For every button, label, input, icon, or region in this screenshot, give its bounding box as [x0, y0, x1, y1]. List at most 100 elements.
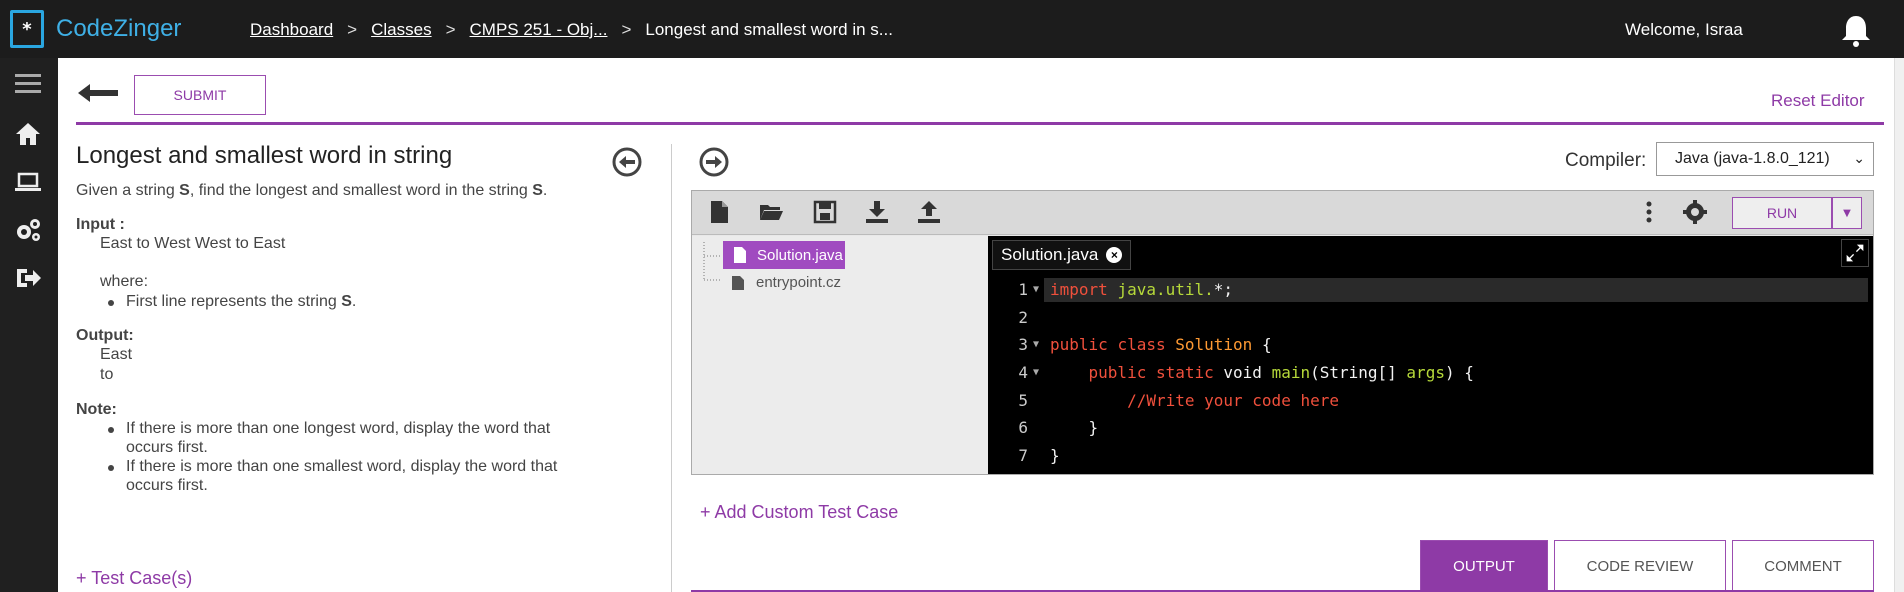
kw: static: [1155, 363, 1214, 383]
scrollbar[interactable]: [1894, 58, 1904, 592]
code-line[interactable]: 1 ▼ import java.util.*;: [988, 276, 1873, 304]
desc-text: , find the longest and smallest word in …: [189, 182, 533, 199]
breadcrumb-dashboard[interactable]: Dashboard: [250, 20, 333, 40]
bullet-text: First line represents the string: [126, 293, 342, 310]
code-line[interactable]: 7 }: [988, 442, 1873, 470]
settings-gear-icon[interactable]: [1682, 199, 1708, 225]
code-line[interactable]: 2: [988, 304, 1873, 332]
close-tab-icon[interactable]: ×: [1106, 247, 1123, 263]
breadcrumb-course[interactable]: CMPS 251 - Obj...: [470, 20, 608, 40]
laptop-icon[interactable]: [13, 168, 43, 196]
txt: void: [1213, 363, 1272, 383]
breadcrumb: Dashboard > Classes > CMPS 251 - Obj... …: [250, 20, 893, 40]
kw: class: [1117, 335, 1166, 355]
editor-tab-solution[interactable]: Solution.java ×: [992, 240, 1132, 270]
file-item-entrypoint[interactable]: entrypoint.cz: [732, 274, 841, 291]
txt: }: [1088, 418, 1099, 438]
tab-comment[interactable]: COMMENT: [1732, 540, 1874, 592]
note-text: If there is more than one longest word, …: [126, 420, 551, 437]
welcome-text[interactable]: Welcome, Israa: [1625, 20, 1743, 40]
code-pane[interactable]: Solution.java × 1 ▼ import java.util.*; 2…: [988, 236, 1873, 474]
reset-editor-link[interactable]: Reset Editor: [1771, 91, 1865, 111]
code-lines[interactable]: 1 ▼ import java.util.*; 2 3 ▼ public class…: [988, 276, 1873, 469]
new-file-icon[interactable]: [706, 199, 732, 225]
upload-icon[interactable]: [916, 199, 942, 225]
breadcrumb-current: Longest and smallest word in s...: [645, 20, 893, 39]
submit-button[interactable]: SUBMIT: [134, 75, 266, 115]
note-text: If there is more than one smallest word,…: [126, 458, 558, 475]
line-number: 4: [1018, 363, 1028, 383]
fullscreen-icon[interactable]: [1841, 239, 1869, 267]
fold-arrow-icon[interactable]: ▼: [1028, 284, 1044, 295]
line-text: public static void main(String[] args) {: [1044, 363, 1474, 382]
code-editor: RUN ▼ Solution.java entrypoint.cz Soluti…: [691, 190, 1874, 475]
open-folder-icon[interactable]: [758, 199, 784, 225]
tab-code-review[interactable]: CODE REVIEW: [1554, 540, 1726, 592]
sign-out-icon[interactable]: [13, 264, 43, 292]
txt: (String[]: [1310, 363, 1407, 383]
note-bullet: If there is more than one smallest word,…: [76, 457, 676, 495]
problem-panel: Longest and smallest word in string Give…: [76, 138, 676, 495]
sidebar: [0, 58, 58, 592]
problem-title: Longest and smallest word in string: [76, 142, 453, 169]
compiler-select[interactable]: Java (java-1.8.0_121) ⌄: [1656, 142, 1874, 176]
kw: public: [1088, 363, 1147, 383]
breadcrumb-separator: >: [621, 20, 632, 39]
file-icon: [734, 247, 746, 263]
output-line: to: [100, 366, 114, 383]
class-name: Solution: [1175, 335, 1253, 355]
code-line[interactable]: 5 //Write your code here: [988, 386, 1873, 414]
line-number: 7: [1018, 445, 1028, 465]
home-icon[interactable]: [13, 120, 43, 148]
line-number: 3: [1018, 335, 1028, 355]
line-text: public class Solution {: [1044, 335, 1272, 354]
back-arrow-icon[interactable]: [76, 82, 120, 104]
bullet-text: .: [351, 293, 357, 310]
line-number: 6: [1018, 418, 1028, 438]
bullet-var: S: [341, 293, 352, 310]
hamburger-menu-icon[interactable]: [13, 70, 43, 98]
desc-var: S: [179, 182, 190, 199]
note-text: occurs first.: [126, 439, 208, 456]
code-line[interactable]: 3 ▼ public class Solution {: [988, 331, 1873, 359]
desc-var: S: [532, 182, 543, 199]
more-options-icon[interactable]: [1636, 199, 1662, 225]
top-bar: * CodeZinger Dashboard > Classes > CMPS …: [0, 0, 1904, 58]
gears-icon[interactable]: [13, 216, 43, 244]
tab-output[interactable]: OUTPUT: [1420, 540, 1548, 592]
file-icon: [732, 275, 744, 290]
logo-icon: *: [10, 10, 44, 48]
header-divider: [76, 122, 1884, 125]
caret-down-icon: ▼: [1843, 207, 1851, 219]
line-number: 1: [1018, 280, 1028, 300]
problem-description: Given a string S, find the longest and s…: [76, 182, 676, 200]
code-line[interactable]: 6 }: [988, 414, 1873, 442]
breadcrumb-classes[interactable]: Classes: [371, 20, 431, 40]
add-custom-test-case-link[interactable]: + Add Custom Test Case: [700, 502, 898, 523]
line-number: 5: [1018, 390, 1028, 410]
compiler-label: Compiler:: [1565, 150, 1647, 171]
line-text: //Write your code here: [1044, 391, 1339, 410]
test-cases-link[interactable]: + Test Case(s): [76, 568, 192, 589]
download-icon[interactable]: [864, 199, 890, 225]
line-number: 2: [1018, 307, 1028, 327]
bell-icon[interactable]: [1838, 12, 1874, 48]
kw: public: [1050, 335, 1108, 355]
fold-arrow-icon[interactable]: ▼: [1028, 339, 1044, 350]
expand-right-icon[interactable]: [698, 146, 730, 178]
output-label: Output:: [76, 327, 134, 344]
save-icon[interactable]: [812, 199, 838, 225]
logo[interactable]: * CodeZinger: [10, 10, 181, 48]
kw: import: [1050, 280, 1108, 300]
code-line[interactable]: 4 ▼ public static void main(String[] args…: [988, 359, 1873, 387]
fold-arrow-icon[interactable]: ▼: [1028, 367, 1044, 378]
collapse-left-icon[interactable]: [611, 146, 643, 178]
tab-label: Solution.java: [1001, 245, 1099, 264]
txt: ) {: [1444, 363, 1474, 383]
run-button[interactable]: RUN: [1732, 197, 1832, 229]
run-dropdown-button[interactable]: ▼: [1832, 197, 1862, 229]
file-item-solution[interactable]: Solution.java: [723, 241, 845, 269]
line-text: }: [1044, 418, 1099, 438]
pane-divider[interactable]: [671, 144, 672, 592]
output-line: East: [100, 346, 133, 363]
